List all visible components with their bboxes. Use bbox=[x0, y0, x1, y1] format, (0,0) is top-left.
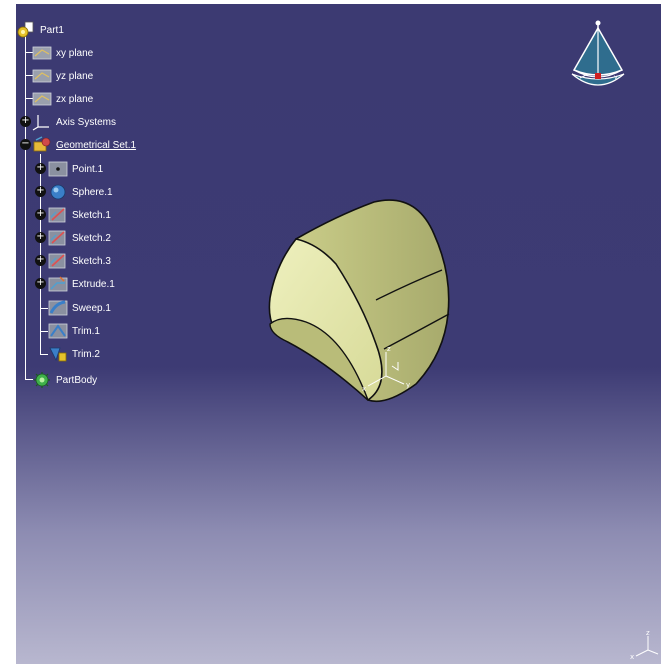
tree-item-label: Part1 bbox=[40, 24, 64, 36]
tree-item-trim-2[interactable]: Trim.2 bbox=[48, 344, 100, 364]
tree-item-sweep-1[interactable]: Sweep.1 bbox=[48, 298, 111, 318]
tree-item-label: Trim.2 bbox=[72, 348, 100, 360]
tree-item-label: xy plane bbox=[56, 47, 94, 59]
tree-item-label: Geometrical Set.1 bbox=[56, 139, 137, 151]
tree-item-xy-plane[interactable]: xy plane bbox=[32, 43, 93, 63]
3d-model-shape[interactable]: z y x bbox=[256, 194, 456, 414]
tree-item-label: Extrude.1 bbox=[72, 278, 115, 290]
tree-item-geometrical-set-1[interactable]: Geometrical Set.1 bbox=[32, 135, 136, 155]
model-axis-x-label: x bbox=[362, 385, 366, 393]
trim-icon bbox=[49, 347, 67, 362]
expand-icon[interactable]: + bbox=[35, 209, 46, 220]
point-icon bbox=[48, 161, 68, 177]
tree-item-zx-plane[interactable]: zx plane bbox=[32, 89, 93, 109]
tree-item-label: Sweep.1 bbox=[72, 302, 111, 314]
corner-axis-x-label: x bbox=[630, 653, 634, 660]
tree-item-label: Sketch.1 bbox=[72, 209, 111, 221]
tree-item-extrude-1[interactable]: Extrude.1 bbox=[48, 274, 115, 294]
tree-item-label: Trim.1 bbox=[72, 325, 100, 337]
tree-connector bbox=[40, 354, 48, 355]
tree-item-sphere-1[interactable]: Sphere.1 bbox=[48, 182, 113, 202]
model-axis-y-label: y bbox=[406, 381, 410, 389]
tree-root-part1[interactable]: Part1 bbox=[16, 20, 64, 40]
tree-item-label: zx plane bbox=[56, 93, 94, 105]
sketch-icon bbox=[48, 230, 66, 246]
tree-item-label: Sketch.3 bbox=[72, 255, 111, 267]
corner-axis-z-label: z bbox=[646, 629, 650, 637]
tree-item-label: Axis Systems bbox=[56, 116, 117, 128]
tree-item-point-1[interactable]: Point.1 bbox=[48, 159, 103, 179]
plane-icon bbox=[32, 69, 52, 83]
sphere-icon bbox=[50, 184, 66, 200]
tree-item-label: Point.1 bbox=[72, 163, 104, 175]
model-axis-z-label: z bbox=[387, 345, 391, 353]
3d-viewport[interactable]: Part1 xy plane yz plane zx plane + Axis … bbox=[16, 4, 661, 664]
tree-connector bbox=[25, 26, 26, 380]
tree-item-yz-plane[interactable]: yz plane bbox=[32, 66, 93, 86]
tree-item-trim-1[interactable]: Trim.1 bbox=[48, 321, 100, 341]
compass-y-label: y bbox=[614, 74, 618, 81]
tree-item-sketch-2[interactable]: Sketch.2 bbox=[48, 228, 111, 248]
tree-item-label: Sketch.2 bbox=[72, 232, 111, 244]
tree-item-label: yz plane bbox=[56, 70, 94, 82]
specification-tree: Part1 xy plane yz plane zx plane + Axis … bbox=[16, 4, 276, 404]
trim-icon bbox=[48, 323, 68, 339]
tree-item-partbody[interactable]: PartBody bbox=[32, 370, 97, 390]
expand-icon[interactable]: + bbox=[35, 186, 46, 197]
tree-item-label: PartBody bbox=[56, 374, 98, 386]
plane-icon bbox=[32, 46, 52, 60]
part-icon bbox=[17, 21, 34, 38]
plane-icon bbox=[32, 92, 52, 106]
sketch-icon bbox=[48, 207, 66, 223]
expand-icon[interactable]: + bbox=[35, 255, 46, 266]
axis-system-icon bbox=[32, 115, 49, 131]
tree-connector bbox=[40, 308, 48, 309]
expand-icon[interactable]: + bbox=[20, 116, 31, 127]
partbody-icon bbox=[34, 372, 50, 388]
tree-item-sketch-3[interactable]: Sketch.3 bbox=[48, 251, 111, 271]
tree-connector bbox=[40, 331, 48, 332]
axis-indicator: z x bbox=[630, 629, 659, 660]
sketch-icon bbox=[48, 253, 66, 269]
geometrical-set-icon bbox=[33, 136, 51, 152]
tree-item-label: Sphere.1 bbox=[72, 186, 113, 198]
tree-item-axis-systems[interactable]: Axis Systems bbox=[32, 112, 116, 132]
expand-icon[interactable]: + bbox=[35, 278, 46, 289]
extrude-icon bbox=[48, 276, 68, 292]
sweep-icon bbox=[48, 300, 68, 316]
tree-item-sketch-1[interactable]: Sketch.1 bbox=[48, 205, 111, 225]
compass-navigator[interactable]: y bbox=[568, 18, 628, 94]
expand-icon[interactable]: + bbox=[35, 232, 46, 243]
collapse-icon[interactable]: − bbox=[20, 139, 31, 150]
expand-icon[interactable]: + bbox=[35, 163, 46, 174]
